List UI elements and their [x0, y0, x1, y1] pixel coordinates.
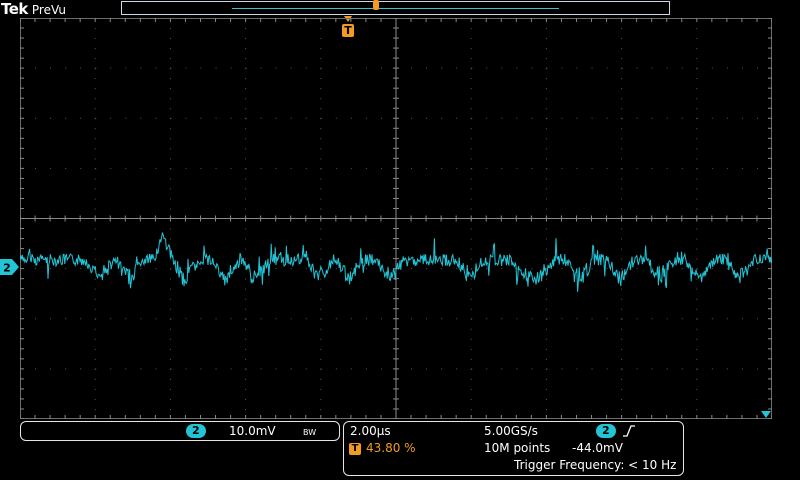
trigger-position-icon: T	[349, 443, 361, 455]
vertical-scale: 10.0mV	[229, 424, 276, 438]
channel-badge[interactable]: 2	[186, 424, 206, 438]
horizontal-trigger-readout[interactable]: 2.00µs 5.00GS/s 2 T 43.80 % 10M points -…	[343, 421, 684, 476]
trigger-frequency: Trigger Frequency: < 10 Hz	[514, 458, 677, 472]
trigger-level: -44.0mV	[572, 441, 623, 455]
trigger-source-badge[interactable]: 2	[596, 424, 616, 438]
channel-marker-label: 2	[3, 262, 11, 275]
channel-2-offset-marker[interactable]: 2	[0, 259, 20, 275]
overview-trigger-position-icon	[373, 0, 379, 10]
graticule-grid	[20, 18, 772, 419]
trigger-level-arrow-icon[interactable]	[760, 409, 772, 419]
tek-logo: Tek	[1, 0, 28, 18]
sample-rate: 5.00GS/s	[484, 424, 538, 438]
brand-logo: Tek PreVu	[0, 0, 66, 18]
oscilloscope-graticule[interactable]	[20, 18, 772, 419]
bandwidth-limit-icon: BW	[303, 428, 317, 437]
record-overview-bar[interactable]	[121, 0, 670, 15]
record-waveform-extent	[232, 8, 559, 9]
record-length: 10M points	[484, 441, 551, 455]
channel-readout[interactable]: 2 10.0mV BW	[20, 421, 340, 441]
acquisition-mode: PreVu	[31, 3, 66, 17]
horizontal-scale: 2.00µs	[350, 424, 391, 438]
rising-edge-icon	[623, 425, 635, 437]
trigger-position-percent: 43.80 %	[366, 441, 416, 455]
